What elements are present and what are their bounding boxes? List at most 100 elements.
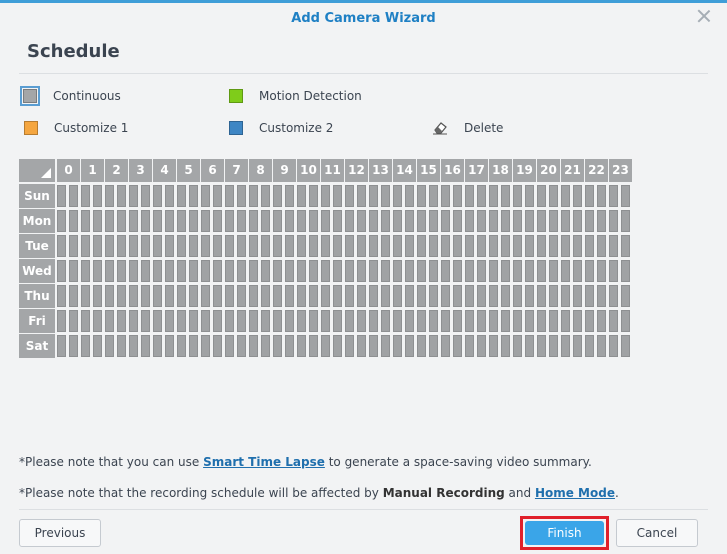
schedule-cell[interactable]: [213, 235, 222, 257]
schedule-cell[interactable]: [621, 185, 630, 207]
hour-header-22[interactable]: 22: [585, 159, 608, 182]
schedule-cell[interactable]: [429, 285, 438, 307]
schedule-cell[interactable]: [309, 210, 318, 232]
schedule-cell[interactable]: [405, 335, 414, 357]
schedule-cell[interactable]: [381, 260, 390, 282]
schedule-cell[interactable]: [597, 285, 606, 307]
hour-header-7[interactable]: 7: [225, 159, 248, 182]
schedule-cell[interactable]: [105, 235, 114, 257]
schedule-cell[interactable]: [297, 285, 306, 307]
schedule-cell[interactable]: [345, 285, 354, 307]
schedule-cell[interactable]: [105, 185, 114, 207]
schedule-cell[interactable]: [285, 335, 294, 357]
schedule-cell[interactable]: [333, 235, 342, 257]
schedule-cell[interactable]: [441, 235, 450, 257]
schedule-cell[interactable]: [609, 310, 618, 332]
schedule-cell[interactable]: [309, 310, 318, 332]
schedule-cell[interactable]: [549, 235, 558, 257]
schedule-cell[interactable]: [153, 285, 162, 307]
schedule-cell[interactable]: [597, 260, 606, 282]
schedule-cell[interactable]: [585, 210, 594, 232]
schedule-cell[interactable]: [381, 235, 390, 257]
schedule-cell[interactable]: [513, 235, 522, 257]
schedule-cell[interactable]: [345, 335, 354, 357]
schedule-cell[interactable]: [129, 210, 138, 232]
schedule-cell[interactable]: [465, 185, 474, 207]
schedule-cell[interactable]: [153, 335, 162, 357]
schedule-cell[interactable]: [117, 335, 126, 357]
schedule-cell[interactable]: [237, 310, 246, 332]
schedule-cell[interactable]: [381, 335, 390, 357]
schedule-cell[interactable]: [321, 235, 330, 257]
legend-customize-2[interactable]: Customize 2: [229, 118, 333, 138]
schedule-cell[interactable]: [585, 310, 594, 332]
schedule-cell[interactable]: [345, 260, 354, 282]
schedule-cell[interactable]: [165, 235, 174, 257]
schedule-cell[interactable]: [225, 210, 234, 232]
schedule-cell[interactable]: [465, 210, 474, 232]
hour-header-2[interactable]: 2: [105, 159, 128, 182]
schedule-cell[interactable]: [201, 235, 210, 257]
schedule-cell[interactable]: [261, 335, 270, 357]
schedule-cell[interactable]: [165, 335, 174, 357]
schedule-cell[interactable]: [189, 310, 198, 332]
schedule-cell[interactable]: [141, 210, 150, 232]
schedule-cell[interactable]: [81, 285, 90, 307]
schedule-cell[interactable]: [237, 260, 246, 282]
schedule-cell[interactable]: [285, 210, 294, 232]
schedule-cell[interactable]: [537, 210, 546, 232]
schedule-cell[interactable]: [465, 235, 474, 257]
schedule-cell[interactable]: [309, 235, 318, 257]
schedule-cell[interactable]: [213, 310, 222, 332]
schedule-cell[interactable]: [117, 185, 126, 207]
day-header-tue[interactable]: Tue: [19, 234, 55, 258]
schedule-cell[interactable]: [189, 285, 198, 307]
schedule-cell[interactable]: [561, 235, 570, 257]
schedule-cell[interactable]: [369, 235, 378, 257]
schedule-cell[interactable]: [57, 285, 66, 307]
schedule-cell[interactable]: [441, 260, 450, 282]
schedule-cell[interactable]: [237, 210, 246, 232]
schedule-cell[interactable]: [441, 335, 450, 357]
schedule-cell[interactable]: [537, 235, 546, 257]
schedule-cell[interactable]: [453, 235, 462, 257]
schedule-cell[interactable]: [525, 210, 534, 232]
schedule-cell[interactable]: [609, 235, 618, 257]
day-header-thu[interactable]: Thu: [19, 284, 55, 308]
hour-header-6[interactable]: 6: [201, 159, 224, 182]
schedule-cell[interactable]: [525, 260, 534, 282]
schedule-cell[interactable]: [117, 235, 126, 257]
smart-time-lapse-link[interactable]: Smart Time Lapse: [203, 455, 325, 469]
schedule-cell[interactable]: [237, 335, 246, 357]
legend-continuous[interactable]: Continuous: [20, 86, 121, 106]
schedule-cell[interactable]: [441, 310, 450, 332]
schedule-cell[interactable]: [201, 335, 210, 357]
schedule-cell[interactable]: [345, 210, 354, 232]
schedule-cell[interactable]: [69, 210, 78, 232]
schedule-cell[interactable]: [573, 260, 582, 282]
schedule-cell[interactable]: [549, 185, 558, 207]
schedule-cell[interactable]: [141, 335, 150, 357]
schedule-cell[interactable]: [201, 310, 210, 332]
schedule-cell[interactable]: [489, 335, 498, 357]
schedule-cell[interactable]: [489, 235, 498, 257]
schedule-cell[interactable]: [393, 335, 402, 357]
schedule-cell[interactable]: [477, 210, 486, 232]
hour-header-10[interactable]: 10: [297, 159, 320, 182]
schedule-cell[interactable]: [597, 210, 606, 232]
schedule-cell[interactable]: [501, 210, 510, 232]
schedule-cell[interactable]: [69, 185, 78, 207]
schedule-cell[interactable]: [273, 260, 282, 282]
schedule-cell[interactable]: [417, 185, 426, 207]
schedule-cell[interactable]: [333, 285, 342, 307]
schedule-cell[interactable]: [93, 260, 102, 282]
schedule-cell[interactable]: [429, 185, 438, 207]
schedule-cell[interactable]: [513, 335, 522, 357]
schedule-cell[interactable]: [321, 260, 330, 282]
schedule-cell[interactable]: [213, 335, 222, 357]
schedule-cell[interactable]: [453, 210, 462, 232]
schedule-cell[interactable]: [489, 185, 498, 207]
schedule-cell[interactable]: [81, 185, 90, 207]
schedule-cell[interactable]: [297, 310, 306, 332]
hour-header-5[interactable]: 5: [177, 159, 200, 182]
